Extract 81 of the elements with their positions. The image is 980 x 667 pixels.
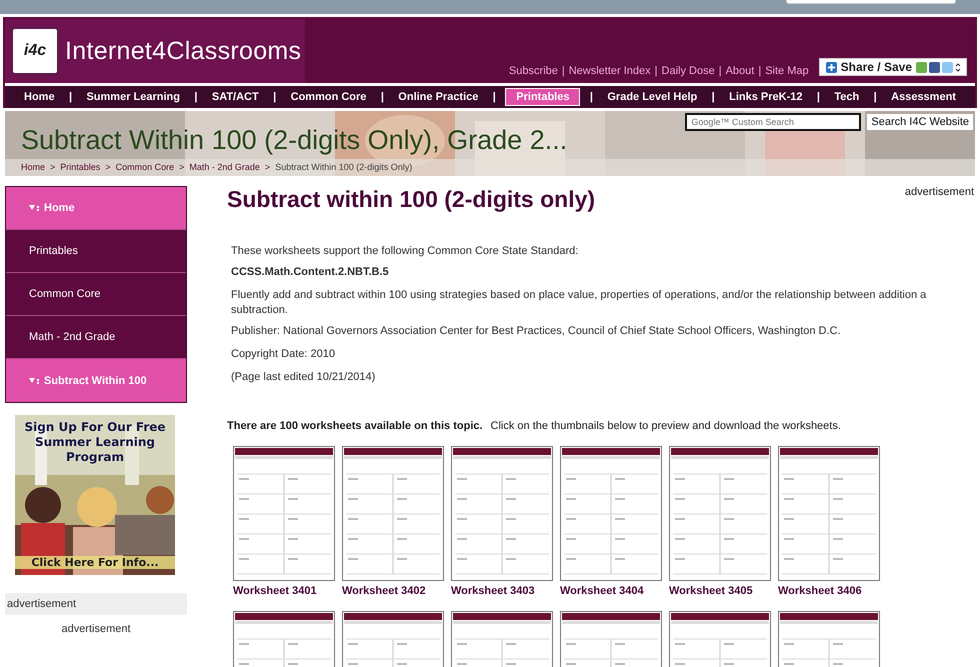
header-link[interactable]: Subscribe [508, 65, 558, 77]
edited-text: (Page last edited 10/21/2014) [231, 371, 376, 384]
ad-banner[interactable]: Sign Up For Our Free Summer Learning Program Click Here For Info... [15, 415, 175, 575]
share-button[interactable]: Share / Save [818, 58, 967, 76]
nav-separator: | [194, 91, 198, 103]
link-separator: | [654, 65, 658, 77]
nav-separator: | [874, 91, 877, 103]
nav-tab[interactable]: Home [19, 88, 60, 106]
page-banner-title: Subtract Within 100 (2-digits Only), Grade 2... [21, 125, 568, 156]
publisher-text: Publisher: National Governors Association Center for Best Practices, Council of Chief State School Officers, Washington D.C. [231, 325, 842, 338]
instruction-text: Click on the thumbnails below to preview and download the worksheets. [490, 420, 841, 432]
address-field[interactable] [786, 0, 956, 4]
standard-description: subtraction. [231, 304, 289, 317]
worksheet-link[interactable]: Worksheet 3402 [342, 585, 445, 597]
nav-tab[interactable]: Grade Level Help [602, 88, 702, 106]
worksheet-thumbnail[interactable] [778, 446, 880, 581]
worksheet-thumbnail[interactable] [342, 446, 444, 581]
standard-code: CCSS.Math.Content.2.NBT.B.5 [231, 266, 390, 279]
sidebar-item[interactable]: Common Core [6, 273, 186, 316]
link-separator: | [562, 65, 565, 77]
ad-label: advertisement [60, 623, 132, 635]
worksheet-thumbnail[interactable] [233, 446, 335, 581]
nav-separator: | [273, 91, 276, 103]
worksheet-link[interactable]: Worksheet 3406 [778, 585, 881, 597]
breadcrumb-link[interactable]: Math - 2nd Grade [189, 162, 260, 172]
logo-badge[interactable]: i4c [11, 27, 59, 75]
standard-description: Fluently add and subtract within 100 using strategies based on place value, properties of operations, and/or the relationship between addition a [231, 289, 928, 302]
nav-tab[interactable]: Summer Learning [81, 88, 185, 106]
nav-tab[interactable]: Assessment [886, 88, 961, 106]
nav-separator: | [380, 91, 384, 103]
link-separator: | [758, 65, 762, 77]
worksheet-thumbnail[interactable] [560, 446, 662, 581]
nav-tab[interactable]: Links PreK-12 [724, 88, 808, 106]
sidebar-item[interactable]: Home [6, 187, 186, 230]
worksheet-thumbnail[interactable] [669, 446, 771, 581]
nav-tab[interactable]: SAT/ACT [206, 88, 264, 106]
worksheet-link[interactable]: Worksheet 3403 [451, 585, 554, 597]
nav-separator: | [712, 91, 715, 103]
breadcrumb-link[interactable]: Printables [60, 162, 100, 172]
share-icons [916, 62, 960, 72]
breadcrumb-separator: > [179, 162, 184, 172]
ad-label: advertisement [5, 593, 187, 615]
ad-label: advertisement [904, 186, 975, 198]
breadcrumb-separator: > [50, 162, 56, 172]
breadcrumb-separator: > [264, 162, 270, 172]
nav-separator: | [492, 91, 496, 103]
search-field[interactable]: Google™ Custom Search [685, 113, 862, 131]
logo-text[interactable]: Internet4Classrooms [65, 36, 302, 66]
header-link[interactable]: About [726, 65, 754, 77]
header-link[interactable]: Newsletter Index [568, 65, 651, 77]
search-button[interactable]: Search I4C Website [867, 114, 973, 130]
link-separator: | [718, 65, 722, 77]
nav-tab[interactable]: Online Practice [393, 88, 484, 106]
nav-separator: | [590, 91, 593, 103]
worksheet-link[interactable]: Worksheet 3405 [669, 585, 772, 597]
sidebar-item[interactable]: Printables [6, 230, 186, 273]
nav-tab[interactable]: Common Core [286, 88, 372, 106]
caret-icon [28, 376, 42, 384]
breadcrumb-separator: > [105, 162, 111, 172]
intro-text: These worksheets support the following Common Core State Standard: [231, 245, 580, 258]
worksheet-count: There are 100 worksheets available on this topic. [227, 420, 483, 432]
breadcrumb-link[interactable]: Common Core [116, 162, 174, 172]
header-link[interactable]: Daily Dose [662, 65, 715, 77]
nav-tab[interactable]: Tech [829, 88, 864, 106]
copyright-text: Copyright Date: 2010 [231, 348, 336, 361]
breadcrumb-link[interactable]: Home [21, 162, 46, 172]
sidebar-item[interactable]: Subtract Within 100 [6, 359, 186, 402]
worksheet-thumbnail[interactable] [451, 446, 553, 581]
plus-icon [826, 62, 837, 72]
nav-tab[interactable]: Printables [505, 88, 580, 106]
page-title: Subtract within 100 (2-digits only) [227, 186, 596, 213]
nav-separator: | [816, 91, 820, 103]
worksheet-link[interactable]: Worksheet 3404 [560, 585, 663, 597]
caret-icon [28, 204, 42, 212]
worksheet-link[interactable]: Worksheet 3401 [233, 585, 336, 597]
header-link[interactable]: Site Map [765, 65, 809, 77]
nav-separator: | [68, 91, 72, 103]
sidebar-item[interactable]: Math - 2nd Grade [6, 316, 186, 359]
ad-headline: Sign Up For Our Free Summer Learning Program [23, 419, 167, 465]
breadcrumb-link[interactable]: Subtract Within 100 (2-digits Only) [275, 162, 412, 172]
ad-footer: Click Here For Info... [15, 556, 175, 569]
